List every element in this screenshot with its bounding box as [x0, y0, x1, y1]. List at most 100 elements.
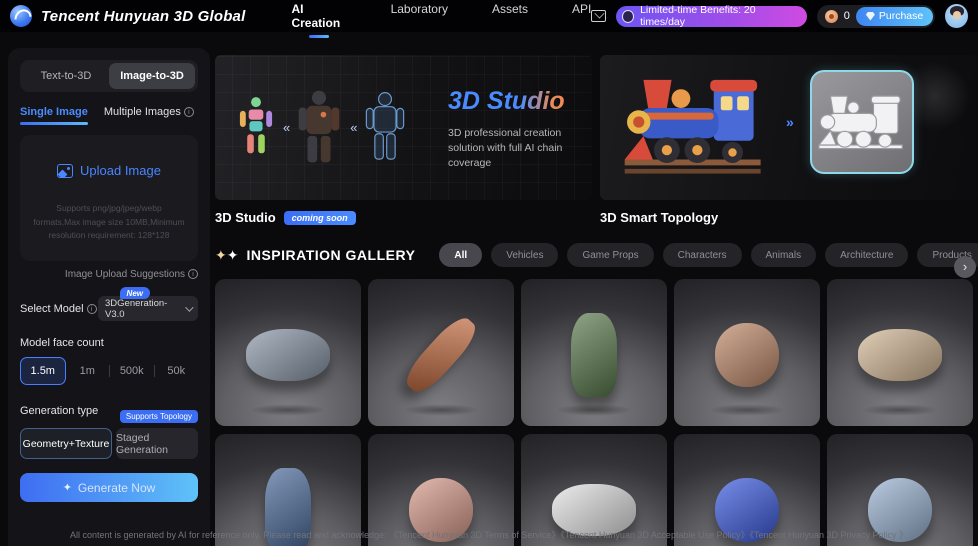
gem-icon: [865, 11, 875, 21]
upload-suggestions-label: Image Upload Suggestions: [64, 269, 185, 280]
chevron-left-icon: «: [350, 119, 357, 135]
generation-type-label: Generation type: [20, 405, 99, 417]
wireframe-figure-icon: [366, 92, 405, 160]
filter-animals[interactable]: Animals: [750, 243, 817, 267]
gallery-header: ✦✦ INSPIRATION GALLERY All Vehicles Game…: [215, 243, 978, 278]
filter-characters[interactable]: Characters: [662, 243, 742, 267]
gallery-filter-chips: All Vehicles Game Props Characters Anima…: [439, 243, 978, 267]
studio-banner-title: 3D Studio: [448, 87, 578, 116]
tab-text-to-3d[interactable]: Text-to-3D: [23, 63, 109, 89]
user-avatar[interactable]: [945, 4, 969, 28]
topology-label: 3D Smart Topology: [600, 210, 719, 225]
nav-ai-creation[interactable]: AI Creation: [291, 0, 346, 34]
tab-image-to-3d[interactable]: Image-to-3D: [109, 63, 195, 89]
credits-counter: 0 Purchase: [816, 4, 936, 28]
banner-3d-studio[interactable]: « « 3D Studio 3D professional creation s…: [215, 55, 592, 200]
new-badge: New: [119, 287, 150, 299]
tab-multiple-images-label: Multiple Images: [103, 106, 181, 118]
mech-crab-robot-icon: [858, 329, 942, 382]
reflection-shadow: [862, 404, 938, 416]
generate-now-button[interactable]: ✦ Generate Now: [20, 473, 198, 502]
banner-labels: 3D Studio coming soon 3D Smart Topology: [215, 210, 978, 225]
main-content: « « 3D Studio 3D professional creation s…: [215, 48, 978, 546]
filter-all[interactable]: All: [439, 243, 483, 267]
promo-banners: « « 3D Studio 3D professional creation s…: [215, 55, 978, 200]
limited-benefits-pill[interactable]: Limited-time Benefits: 20 times/day: [615, 4, 807, 28]
chips-scroll-right-button[interactable]: ›: [954, 256, 976, 278]
mech-whale-submarine-icon: [246, 329, 330, 382]
mech-octopus-creature-icon: [715, 323, 779, 388]
topology-demo: »: [620, 63, 914, 181]
chevron-right-icon: »: [786, 114, 794, 130]
gallery-title: INSPIRATION GALLERY: [246, 247, 416, 263]
top-bar: Tencent Hunyuan 3D Global AI Creation La…: [0, 0, 978, 32]
filter-architecture[interactable]: Architecture: [825, 243, 909, 267]
nav-api[interactable]: API: [572, 0, 591, 34]
wireframe-result-frame: [809, 70, 914, 174]
upload-format-hint: Supports png/jpg/jpeg/webp formats,Max i…: [33, 203, 185, 241]
chevron-left-icon: «: [283, 119, 290, 135]
coin-icon: [824, 9, 838, 23]
mode-switch: Text-to-3D Image-to-3D: [20, 60, 198, 92]
gallery-item-green-armored-character[interactable]: [521, 279, 667, 426]
info-icon[interactable]: i: [183, 107, 194, 117]
filter-game-props[interactable]: Game Props: [567, 243, 654, 267]
generation-type-options: Geometry+Texture Staged Generation: [20, 428, 198, 459]
face-count-1_5m[interactable]: 1.5m: [20, 357, 66, 385]
colorful-train-icon: [624, 79, 761, 174]
nav-assets[interactable]: Assets: [492, 0, 528, 34]
studio-figures: « «: [237, 67, 407, 187]
studio-banner-description: 3D professional creation solution with f…: [448, 127, 563, 170]
sparkle-icon: ✦: [62, 482, 72, 494]
wireframe-train-icon: [817, 95, 903, 150]
info-icon: i: [188, 269, 198, 279]
purchase-button[interactable]: Purchase: [855, 6, 934, 26]
benefits-text: Limited-time Benefits: 20 times/day: [640, 4, 756, 28]
armored-split-figure-icon: [296, 67, 342, 187]
image-count-tabs: Single Image Multiple Images i: [20, 106, 198, 125]
banner-3d-smart-topology[interactable]: »: [600, 55, 978, 200]
model-select-row: Select Model i New 3DGeneration-V3.0: [20, 287, 198, 321]
tab-single-image[interactable]: Single Image: [20, 106, 88, 125]
app-title: Tencent Hunyuan 3D Global: [41, 7, 246, 25]
gallery-grid: [215, 279, 978, 546]
image-upload-icon: [57, 163, 74, 178]
face-count-50k[interactable]: 50k: [155, 357, 199, 385]
reflection-shadow: [250, 404, 326, 416]
upload-suggestions-link[interactable]: Image Upload Suggestions i: [20, 269, 198, 280]
face-count-1m[interactable]: 1m: [66, 357, 110, 385]
face-count-500k[interactable]: 500k: [110, 357, 154, 385]
gallery-item-lava-axe[interactable]: [368, 279, 514, 426]
studio-banner-text: 3D Studio 3D professional creation solut…: [448, 87, 578, 172]
reflection-shadow: [403, 404, 479, 416]
hunyuan-logo-icon: [10, 5, 32, 27]
tab-multiple-images[interactable]: Multiple Images i: [104, 106, 194, 125]
green-armored-character-icon: [571, 313, 617, 398]
upload-dropzone[interactable]: Upload Image Supports png/jpg/jpeg/webp …: [20, 135, 198, 261]
filter-vehicles[interactable]: Vehicles: [491, 243, 559, 267]
info-icon[interactable]: i: [86, 303, 97, 314]
coming-soon-badge: coming soon: [283, 210, 356, 225]
type-staged-generation[interactable]: Staged Generation: [116, 428, 198, 459]
type-geometry-texture[interactable]: Geometry+Texture: [20, 428, 112, 459]
gallery-item-mech-whale-submarine[interactable]: [215, 279, 361, 426]
mail-icon[interactable]: [591, 10, 606, 22]
nav-laboratory[interactable]: Laboratory: [391, 0, 448, 34]
model-dropdown[interactable]: 3DGeneration-V3.0: [98, 296, 198, 321]
face-count-options: 1.5m 1m 500k 50k: [20, 357, 198, 385]
upload-label: Upload Image: [80, 163, 161, 178]
main-nav: AI Creation Laboratory Assets API: [291, 0, 591, 34]
supports-topology-badge: Supports Topology: [119, 410, 198, 423]
sparkles-icon: ✦✦: [215, 246, 239, 263]
creation-sidebar: Text-to-3D Image-to-3D Single Image Mult…: [8, 48, 210, 546]
reflection-shadow: [556, 404, 632, 416]
gallery-item-mech-crab-robot[interactable]: [827, 279, 973, 426]
coin-count: 0: [843, 10, 850, 22]
header-right-cluster: Limited-time Benefits: 20 times/day 0 Pu…: [591, 4, 969, 28]
reflection-shadow: [709, 404, 785, 416]
model-dropdown-value: 3DGeneration-V3.0: [105, 297, 168, 320]
gallery-item-mech-octopus-creature[interactable]: [674, 279, 820, 426]
lava-axe-icon: [399, 311, 483, 399]
generate-now-label: Generate Now: [77, 480, 156, 495]
exploded-parts-figure-icon: [239, 97, 273, 154]
